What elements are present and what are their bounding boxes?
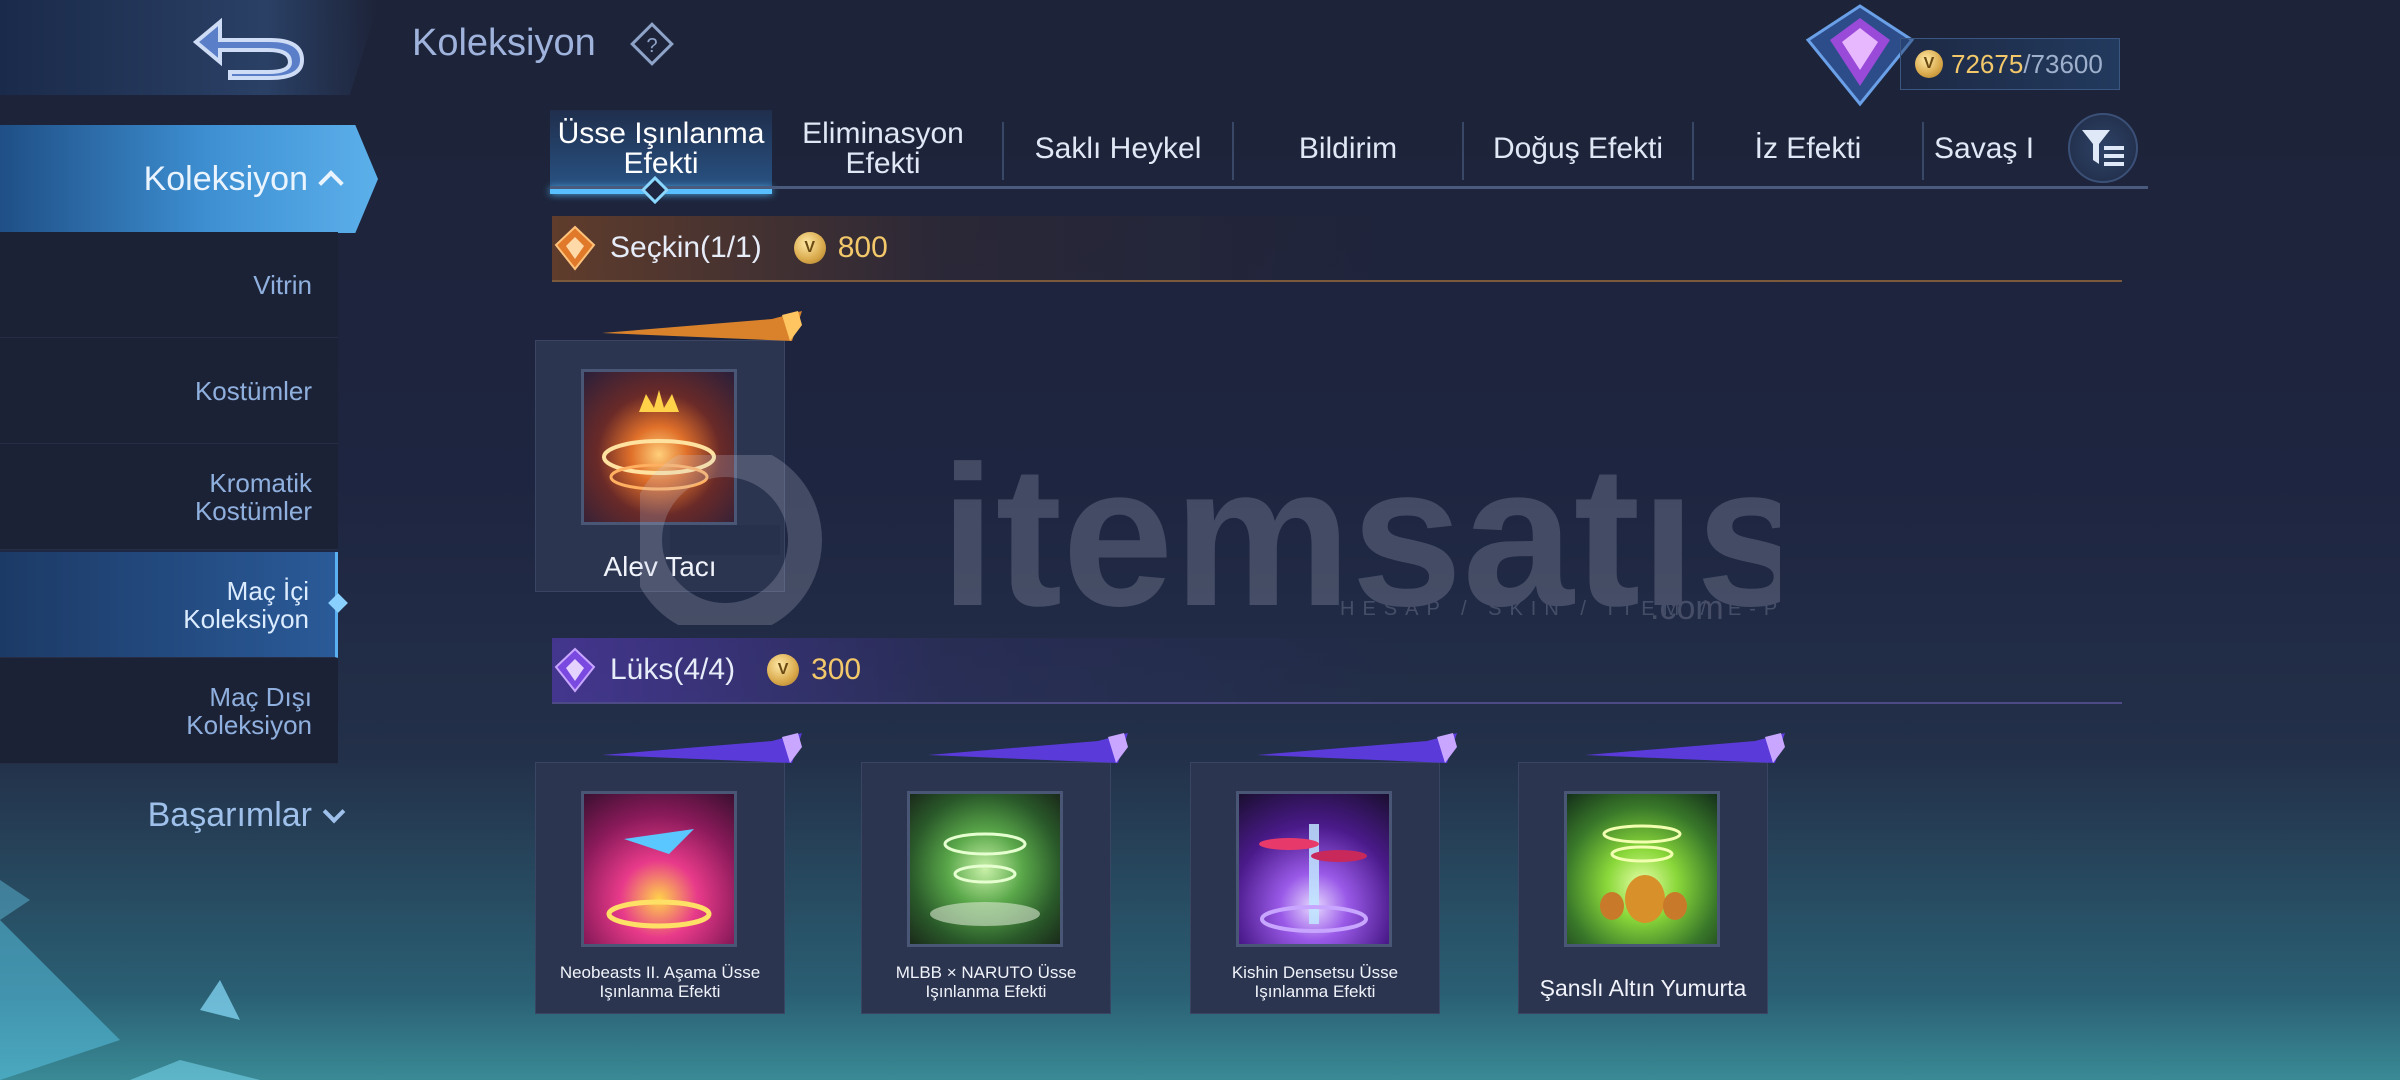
tab-label: İz Efekti xyxy=(1754,132,1862,165)
item-name: Kishin Densetsu Üsse Işınlanma Efekti xyxy=(1231,963,1399,1001)
sidebar-item-label: Vitrin xyxy=(253,269,312,300)
currency-current: 72675 xyxy=(1951,48,2024,79)
filter-icon xyxy=(2082,130,2124,166)
battle-point-icon: V xyxy=(793,232,826,264)
sidebar-item-label: Maç Dışı Koleksiyon xyxy=(186,681,312,740)
violet-ribbon-icon xyxy=(602,733,802,763)
tab-label: Savaş I xyxy=(1934,132,2035,165)
chevron-down-icon xyxy=(322,800,346,824)
item-name: MLBB × NARUTO Üsse Işınlanma Efekti xyxy=(895,963,1077,1001)
elite-tier-icon xyxy=(554,225,596,271)
section-luxury-price: 300 xyxy=(811,653,862,686)
svg-text:?: ? xyxy=(646,35,657,57)
tab-label: Eliminasyon Efekti xyxy=(802,117,964,180)
neobeasts-icon xyxy=(581,791,737,947)
battle-point-icon: V xyxy=(1915,50,1943,78)
tab-bar-underline xyxy=(550,186,2148,189)
tab-eliminasyon-efekti[interactable]: Eliminasyon Efekti xyxy=(772,110,994,188)
tab-label: Doğuş Efekti xyxy=(1492,132,1664,165)
sidebar-item-kostumler[interactable]: Kostümler xyxy=(0,338,338,444)
battle-point-icon: V xyxy=(767,654,800,686)
crystal-decoration-icon xyxy=(0,880,260,1080)
item-card-neobeasts[interactable]: Neobeasts II. Aşama Üsse Işınlanma Efekt… xyxy=(535,733,802,1014)
page-title: Koleksiyon xyxy=(412,22,596,64)
tab-label: Bildirim xyxy=(1298,132,1398,165)
help-icon[interactable]: ? xyxy=(630,22,674,66)
item-name: Şanslı Altın Yumurta xyxy=(1539,975,1747,1001)
item-card-mlbb-naruto[interactable]: MLBB × NARUTO Üsse Işınlanma Efekti xyxy=(861,733,1128,1014)
section-elite-price: 800 xyxy=(837,231,888,264)
section-luxury-title: Lüks(4/4) xyxy=(610,653,736,686)
selected-indicator-icon xyxy=(328,593,348,613)
tab-usse-isinlanma-efekti[interactable]: Üsse Işınlanma Efekti xyxy=(550,110,772,194)
tab-bildirim[interactable]: Bildirim xyxy=(1234,110,1462,188)
tab-sakli-heykel[interactable]: Saklı Heykel xyxy=(1004,110,1232,188)
gold-ribbon-icon xyxy=(602,311,802,341)
violet-ribbon-icon xyxy=(928,733,1128,763)
sidebar-item-mac-ici-koleksiyon[interactable]: Maç İçi Koleksiyon xyxy=(0,552,348,658)
item-name: Neobeasts II. Aşama Üsse Işınlanma Efekt… xyxy=(559,963,761,1001)
sidebar-item-kromatik-kostumler[interactable]: Kromatik Kostümler xyxy=(0,444,338,550)
section-elite-title: Seçkin(1/1) xyxy=(610,231,762,264)
watermark: itemsatıs HESAP / SKIN / ITEM / E-PIN .c… xyxy=(640,455,1780,625)
currency-display: V 72675/73600 xyxy=(1900,38,2120,90)
sidebar-item-label: Kromatik Kostümler xyxy=(194,467,312,526)
section-luxury: Lüks(4/4) V 300 xyxy=(552,638,2122,704)
sidebar-item-vitrin[interactable]: Vitrin xyxy=(0,232,338,338)
tab-dogus-efekti[interactable]: Doğuş Efekti xyxy=(1464,110,1692,188)
sidebar-item-label: Maç İçi Koleksiyon xyxy=(183,575,309,634)
section-elite: Seçkin(1/1) V 800 xyxy=(552,216,2122,282)
watermark-logo-icon xyxy=(640,455,822,625)
tab-iz-efekti[interactable]: İz Efekti xyxy=(1694,110,1922,188)
luxury-tier-icon xyxy=(554,647,596,693)
sidebar-koleksiyon-label: Koleksiyon xyxy=(143,159,308,198)
violet-ribbon-icon xyxy=(1585,733,1785,763)
sidebar-koleksiyon[interactable]: Koleksiyon xyxy=(0,125,378,233)
currency-max: /73600 xyxy=(2023,48,2103,79)
sidebar-basarimlar-label: Başarımlar xyxy=(147,795,312,834)
chevron-up-icon xyxy=(318,170,344,196)
tab-label: Üsse Işınlanma Efekti xyxy=(557,117,765,180)
sidebar-item-label: Kostümler xyxy=(194,375,312,406)
sidebar-item-mac-disi-koleksiyon[interactable]: Maç Dışı Koleksiyon xyxy=(0,658,338,764)
tab-label: Saklı Heykel xyxy=(1034,132,1202,165)
golden-egg-icon xyxy=(1564,791,1720,947)
item-card-kishin-densetsu[interactable]: Kishin Densetsu Üsse Işınlanma Efekti xyxy=(1190,733,1457,1014)
tab-savas[interactable]: Savaş I xyxy=(1924,110,2060,188)
back-arrow-icon[interactable] xyxy=(190,14,310,80)
item-card-sansli-altin-yumurta[interactable]: Şanslı Altın Yumurta xyxy=(1518,733,1785,1014)
kishin-portal-icon xyxy=(1236,791,1392,947)
watermark-suffix: .com xyxy=(1650,589,1724,625)
violet-ribbon-icon xyxy=(1257,733,1457,763)
naruto-whirlwind-icon xyxy=(907,791,1063,947)
tab-bar: Üsse Işınlanma Efekti Eliminasyon Efekti… xyxy=(550,110,2148,194)
sidebar-basarimlar[interactable]: Başarımlar xyxy=(0,780,350,850)
filter-button[interactable] xyxy=(2068,113,2138,183)
